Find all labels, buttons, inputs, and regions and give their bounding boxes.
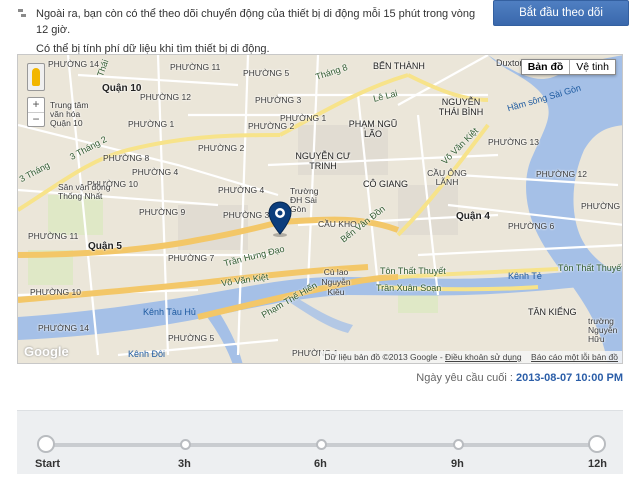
last-request: Ngày yêu cầu cuối : 2013-08-07 10:00 PM (416, 372, 623, 384)
water-label: Kênh Tàu Hủ (143, 307, 196, 317)
last-request-label: Ngày yêu cầu cuối : (416, 372, 513, 384)
map-view[interactable]: PHƯỜNG 14 Quận 10 Trung tâm văn hóa Quận… (17, 54, 623, 364)
map-label: PHƯỜNG 14 (38, 323, 89, 333)
timeline-label-6h: 6h (314, 458, 327, 470)
map-label: NGUYỄN CƯ TRINH (295, 151, 351, 171)
map-label: PHƯỜNG 3 (255, 95, 302, 105)
map-label: PHƯỜNG 13 (488, 137, 539, 147)
water-label: Kênh Tẻ (508, 271, 542, 281)
map-label: CÔ GIANG (363, 179, 409, 189)
map-label: Trường ĐH Sài Gòn (290, 186, 319, 214)
district-label: Quận 4 (456, 211, 490, 222)
map-label: Cù lao Nguyễn Kiều (321, 267, 351, 297)
map-label: PHƯỜNG 11 (170, 62, 221, 72)
street-view-pegman-icon[interactable] (27, 63, 45, 91)
map-label: PHƯỜNG 4 (218, 185, 265, 195)
map-type-map-button[interactable]: Bản đồ (522, 60, 571, 74)
map-attribution: Dữ liệu bản đồ ©2013 Google - Điều khoản… (320, 351, 622, 363)
map-label: PHƯỜNG 10 (30, 287, 81, 297)
map-label: Trung tâm văn hóa Quận 10 (50, 100, 89, 128)
map-label: PHƯỜNG 11 (28, 231, 79, 241)
map-label: PHƯỜNG 5 (168, 333, 215, 343)
map-label: CẦU ÔNG LÃNH (427, 168, 467, 187)
location-marker-icon[interactable] (268, 201, 292, 237)
zoom-out-button[interactable]: − (28, 112, 44, 126)
zoom-control: + − (27, 97, 45, 127)
map-label: PHẠM NGŨ LÃO (348, 119, 398, 139)
report-error-link[interactable]: Báo cáo một lỗi bản đồ (531, 352, 618, 362)
map-label: PHƯỜNG 8 (103, 153, 150, 163)
timeline-label-9h: 9h (451, 458, 464, 470)
map-label: PHƯỜNG 1 (128, 119, 175, 129)
map-label: PHƯỜNG 9 (581, 201, 623, 211)
info-text: Ngoài ra, bạn còn có thể theo dõi chuyển… (18, 6, 488, 57)
map-label: PHƯỜNG 3 (223, 210, 270, 220)
bullet-icon (18, 9, 27, 18)
road-label: Trần Xuân Soạn (376, 283, 442, 293)
attribution-text: Dữ liệu bản đồ ©2013 Google (324, 352, 438, 362)
map-label: PHƯỜNG 7 (168, 253, 215, 263)
map-label: PHƯỜNG 12 (140, 92, 191, 102)
district-label: Quận 10 (102, 83, 142, 94)
tracking-timeline: Start 3h 6h 9h 12h (17, 410, 623, 474)
start-tracking-button[interactable]: Bắt đầu theo dõi (493, 0, 629, 26)
last-request-value: 2013-08-07 10:00 PM (515, 372, 623, 384)
timeline-node-6h[interactable] (316, 439, 327, 450)
info-line-1: Ngoài ra, bạn còn có thể theo dõi chuyển… (18, 6, 488, 38)
timeline-node-start[interactable] (37, 435, 55, 453)
map-type-satellite-button[interactable]: Vệ tinh (570, 60, 615, 74)
timeline-node-12h[interactable] (588, 435, 606, 453)
timeline-label-12h: 12h (588, 458, 607, 470)
map-type-control: Bản đồ Vệ tinh (520, 59, 616, 75)
timeline-label-3h: 3h (178, 458, 191, 470)
map-label: Sân vận động Thống Nhất (58, 182, 111, 201)
map-label: BẾN THÀNH (373, 61, 425, 71)
google-logo: Google (24, 344, 69, 359)
map-label: PHƯỜNG 5 (243, 68, 290, 78)
water-label: Kênh Đôi (128, 349, 166, 359)
map-label: PHƯỜNG 9 (139, 207, 186, 217)
timeline-node-3h[interactable] (180, 439, 191, 450)
terms-link[interactable]: Điều khoản sử dụng (445, 352, 522, 362)
timeline-node-9h[interactable] (453, 439, 464, 450)
map-label: NGUYỄN THÁI BÌNH (438, 97, 484, 117)
map-label: PHƯỜNG 1 (280, 113, 327, 123)
map-label: PHƯỜNG 14 (48, 59, 99, 69)
zoom-in-button[interactable]: + (28, 98, 44, 112)
map-label: PHƯỜNG 12 (536, 169, 587, 179)
map-label: TÂN KIỂNG (528, 307, 577, 317)
district-label: Quận 5 (88, 241, 122, 252)
timeline-label-start: Start (35, 458, 61, 470)
road-label: Tôn Thất Thuyết (558, 263, 623, 273)
map-label: PHƯỜNG 6 (508, 221, 555, 231)
map-label: trường Nguyễn Hữu (588, 316, 618, 344)
info-line-1-text: Ngoài ra, bạn còn có thể theo dõi chuyển… (36, 8, 476, 36)
map-label: PHƯỜNG 2 (198, 143, 245, 153)
road-label: Tôn Thất Thuyết (380, 266, 446, 276)
map-label: PHƯỜNG 4 (132, 167, 179, 177)
